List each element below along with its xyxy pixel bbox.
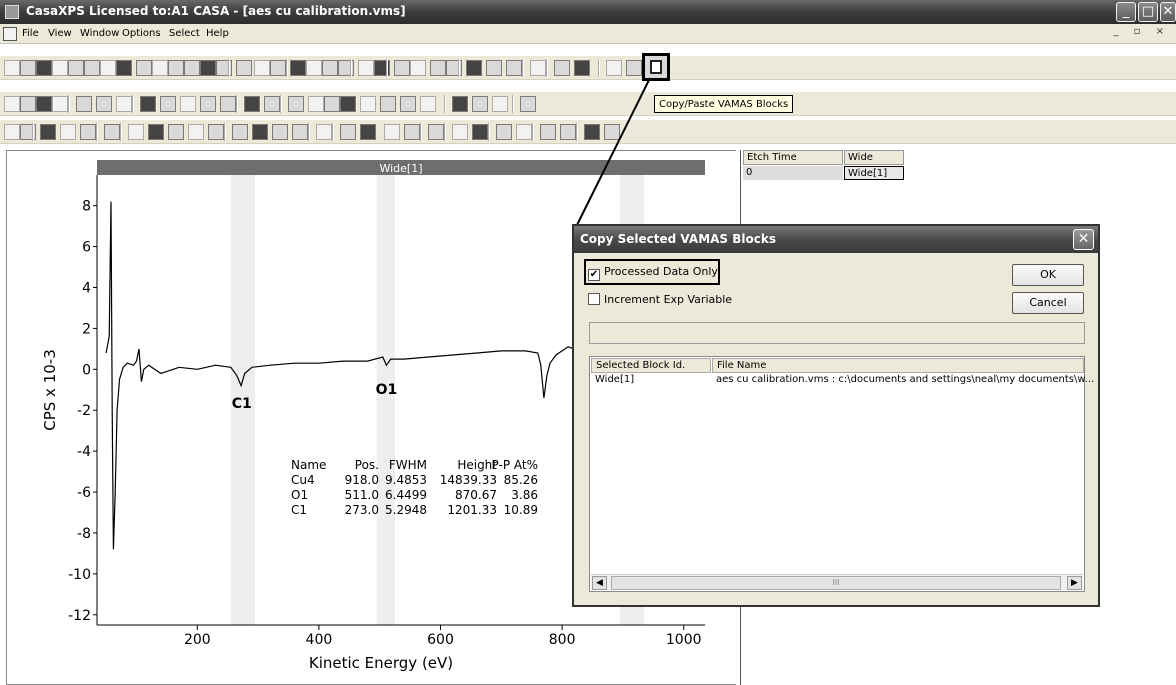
callout-line bbox=[574, 77, 651, 230]
ok-button[interactable]: OK bbox=[1012, 264, 1084, 286]
list-cell-file-name[interactable]: aes cu calibration.vms : c:\documents an… bbox=[716, 374, 1094, 385]
list-cell-block-id[interactable]: Wide[1] bbox=[595, 374, 634, 385]
scroll-thumb[interactable]: III bbox=[611, 576, 1061, 590]
selected-blocks-list[interactable]: Selected Block Id. File Name Wide[1] aes… bbox=[589, 356, 1094, 592]
scroll-grip: III bbox=[832, 578, 840, 587]
dialog-title: Copy Selected VAMAS Blocks bbox=[580, 232, 776, 246]
processed-data-only-checkbox[interactable]: ✔ Processed Data Only bbox=[588, 265, 718, 281]
horizontal-scrollbar[interactable]: ◀ III ▶ bbox=[591, 574, 1083, 590]
checkbox-checked[interactable]: ✔ bbox=[588, 269, 600, 281]
increment-exp-variable-checkbox[interactable]: Increment Exp Variable bbox=[588, 293, 732, 306]
cancel-button[interactable]: Cancel bbox=[1012, 292, 1084, 314]
scroll-left-arrow[interactable]: ◀ bbox=[592, 576, 607, 590]
scroll-right-arrow[interactable]: ▶ bbox=[1067, 576, 1082, 590]
list-header-block-id[interactable]: Selected Block Id. bbox=[591, 358, 711, 373]
checkbox-unchecked[interactable] bbox=[588, 293, 600, 305]
dialog-title-bar[interactable]: Copy Selected VAMAS Blocks bbox=[574, 226, 1098, 253]
copy-vamas-dialog: Copy Selected VAMAS Blocks ✕ ✔ Processed … bbox=[572, 224, 1100, 607]
processed-label: Processed Data Only bbox=[604, 265, 718, 278]
dialog-close-button[interactable]: ✕ bbox=[1073, 229, 1094, 250]
progress-bar bbox=[589, 322, 1085, 344]
list-header-file-name[interactable]: File Name bbox=[712, 358, 1084, 373]
increment-label: Increment Exp Variable bbox=[604, 293, 733, 306]
